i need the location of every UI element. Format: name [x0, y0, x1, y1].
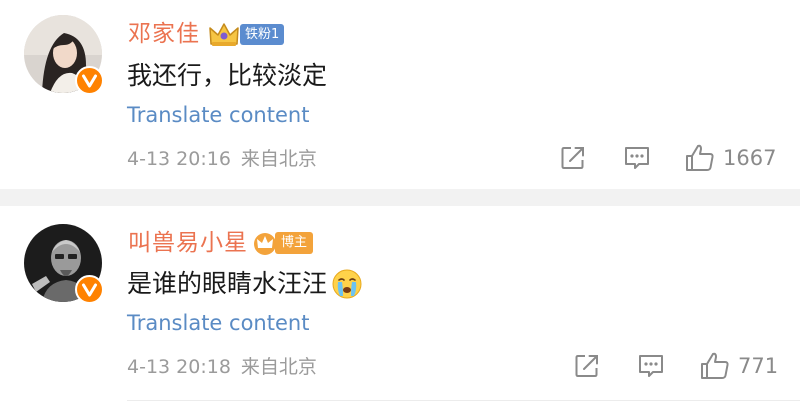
avatar[interactable]	[24, 15, 104, 95]
reply-button[interactable]	[637, 353, 665, 379]
comment-meta: 4-13 20:16 来自北京	[127, 146, 317, 172]
fan-level-badge: 铁粉1	[240, 23, 285, 45]
comment-icon	[625, 147, 649, 169]
share-icon	[575, 355, 598, 377]
name-row: 邓家佳 铁粉1	[128, 16, 285, 52]
share-button[interactable]	[574, 353, 600, 379]
like-count: 771	[738, 354, 779, 378]
comment-icon	[639, 355, 663, 377]
username[interactable]: 邓家佳	[128, 16, 200, 52]
comment-location: 来自北京	[240, 148, 317, 170]
comment-date: 4-13 20:18	[127, 356, 231, 378]
comment-item: 叫兽易小星 博主 是谁的眼睛水汪汪 Translate content 4-13…	[0, 206, 800, 401]
comment-separator	[0, 189, 800, 206]
comment-text-body: 我还行，比较淡定	[127, 61, 328, 90]
thumbs-up-icon	[701, 352, 729, 379]
comment-text-body: 是谁的眼睛水汪汪	[127, 269, 328, 298]
comment-location: 来自北京	[240, 356, 317, 378]
comment-item: 邓家佳 铁粉1 我还行，比较淡定 Translate content 4-13 …	[0, 0, 800, 189]
blogger-badge-label: 博主	[275, 232, 314, 254]
comment-meta: 4-13 20:18 来自北京	[127, 354, 317, 380]
blogger-badge: 博主	[252, 230, 314, 256]
avatar[interactable]	[24, 224, 104, 304]
reply-button[interactable]	[623, 145, 651, 171]
crown-icon	[209, 23, 239, 46]
verified-badge-icon	[75, 66, 104, 95]
like-count: 1667	[723, 146, 777, 170]
like-button[interactable]: 1667	[685, 143, 776, 173]
share-icon	[561, 147, 584, 169]
verified-badge-icon	[75, 275, 104, 304]
name-row: 叫兽易小星 博主	[128, 225, 314, 261]
comment-date: 4-13 20:16	[127, 148, 231, 170]
translate-link[interactable]: Translate content	[127, 101, 309, 129]
thumbs-up-icon	[686, 144, 714, 171]
like-button[interactable]: 771	[700, 351, 778, 381]
username[interactable]: 叫兽易小星	[128, 225, 248, 261]
share-button[interactable]	[560, 145, 586, 171]
comment-text: 我还行，比较淡定	[127, 58, 327, 94]
translate-link[interactable]: Translate content	[127, 309, 309, 337]
comment-text: 是谁的眼睛水汪汪	[127, 266, 363, 302]
crying-face-emoji	[332, 269, 362, 299]
